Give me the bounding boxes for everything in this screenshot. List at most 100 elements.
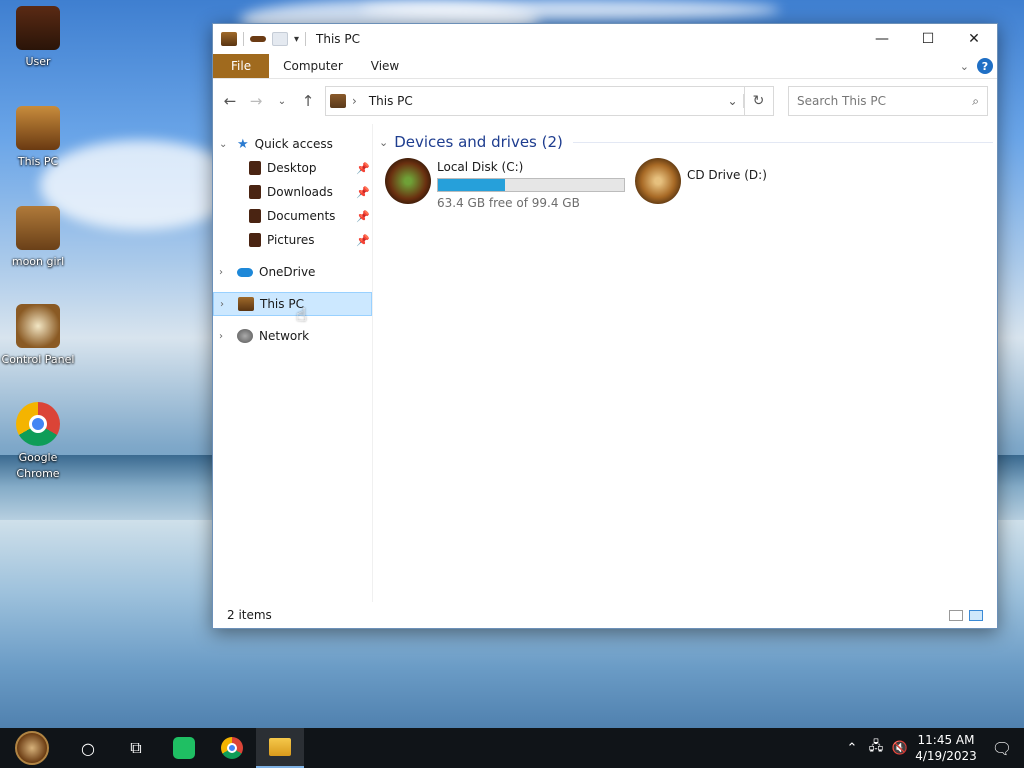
nav-item-onedrive[interactable]: › OneDrive [213, 260, 372, 284]
local-disk-icon [385, 158, 431, 204]
search-placeholder: Search This PC [797, 94, 886, 108]
refresh-button[interactable]: ↻ [744, 86, 774, 116]
nav-item-desktop[interactable]: Desktop 📌 [213, 156, 372, 180]
expanded-chevron-icon[interactable]: ⌄ [219, 139, 233, 150]
collapsed-chevron-icon[interactable]: › [219, 267, 233, 278]
wallpaper-cloud [360, 0, 780, 20]
task-view-icon: ⧉ [130, 738, 142, 757]
nav-item-documents[interactable]: Documents 📌 [213, 204, 372, 228]
nav-label: Downloads [267, 185, 333, 199]
chrome-icon [16, 402, 60, 446]
volume-muted-icon[interactable]: 🔇 [888, 741, 912, 756]
nav-item-quick-access[interactable]: ⌄ ★ Quick access [213, 132, 372, 156]
control-panel-icon [16, 304, 60, 348]
drive-details: Local Disk (C:) 63.4 GB free of 99.4 GB [437, 158, 625, 210]
system-tray: ⌃ 🖧 🔇 11:45 AM 4/19/2023 🗨 [840, 728, 1024, 768]
taskbar: ○ ⧉ ⌃ 🖧 🔇 11:45 AM 4/19/2023 🗨 [0, 728, 1024, 768]
title-bar[interactable]: ▾ This PC — ☐ ✕ [213, 24, 997, 54]
tab-file[interactable]: File [213, 54, 270, 78]
forward-button[interactable]: → [247, 92, 265, 110]
moon-girl-folder-icon [16, 206, 60, 250]
breadcrumb-separator-icon[interactable]: › [352, 94, 357, 108]
group-title: Devices and drives (2) [394, 133, 563, 151]
desktop-icon-chrome[interactable]: Google Chrome [0, 402, 76, 482]
nav-label: Desktop [267, 161, 317, 175]
taskbar-app-file-explorer[interactable] [256, 728, 304, 768]
address-dropdown-icon[interactable]: ⌄ [722, 94, 744, 108]
this-pc-icon [221, 32, 237, 46]
up-button[interactable]: ↑ [299, 92, 317, 110]
drive-item-d[interactable]: CD Drive (D:) [629, 158, 879, 210]
this-pc-icon [16, 106, 60, 150]
large-icons-view-button[interactable] [969, 609, 983, 621]
desktop-icon-user[interactable]: User [0, 6, 76, 70]
desktop-icon-this-pc[interactable]: This PC [0, 106, 76, 170]
nav-item-pictures[interactable]: Pictures 📌 [213, 228, 372, 252]
toolbar-divider [243, 32, 244, 46]
network-status-icon[interactable]: 🖧 [864, 737, 888, 759]
show-hidden-icons-chevron-icon[interactable]: ⌃ [840, 741, 864, 756]
cortana-circle-icon: ○ [81, 738, 95, 758]
documents-folder-icon [249, 209, 261, 223]
cortana-button[interactable]: ○ [64, 728, 112, 768]
nav-item-network[interactable]: › Network [213, 324, 372, 348]
tab-view[interactable]: View [357, 54, 413, 78]
desktop-icon-control-panel[interactable]: Control Panel [0, 304, 76, 368]
collapsed-chevron-icon[interactable]: › [219, 331, 233, 342]
drive-usage-fill [438, 179, 505, 191]
window-controls: — ☐ ✕ [859, 24, 997, 54]
nav-item-downloads[interactable]: Downloads 📌 [213, 180, 372, 204]
desktop-icon-label: This PC [17, 155, 59, 168]
pin-icon: 📌 [356, 209, 370, 223]
group-header-devices[interactable]: ⌄ Devices and drives (2) [379, 132, 997, 152]
help-button[interactable]: ? [977, 58, 993, 74]
nav-item-this-pc[interactable]: › This PC [213, 292, 372, 316]
nav-label: Pictures [267, 233, 315, 247]
back-button[interactable]: ← [221, 92, 239, 110]
cloud-icon [237, 267, 253, 277]
breadcrumb-this-pc[interactable]: This PC [369, 94, 413, 108]
start-icon [15, 731, 49, 765]
desktop-icon-label: User [25, 55, 51, 68]
notifications-icon[interactable]: 🗨 [980, 739, 1024, 758]
ribbon-right: ⌄ ? [960, 54, 997, 78]
ribbon-tabs: File Computer View ⌄ ? [213, 54, 997, 79]
tab-computer[interactable]: Computer [269, 54, 357, 78]
hand-cursor-icon: ☝ [296, 305, 307, 326]
new-folder-icon[interactable] [272, 32, 288, 46]
task-view-button[interactable]: ⧉ [112, 728, 160, 768]
window-title: This PC [316, 32, 360, 46]
customize-toolbar-chevron-icon[interactable]: ▾ [294, 34, 299, 45]
chrome-icon [221, 737, 243, 759]
group-collapse-chevron-icon[interactable]: ⌄ [379, 136, 388, 149]
view-toggles [949, 609, 983, 621]
start-button[interactable] [0, 728, 64, 768]
explorer-body: ⌄ ★ Quick access Desktop 📌 Downloads 📌 D… [213, 124, 997, 602]
this-pc-icon [238, 297, 254, 311]
chat-app-icon [173, 737, 195, 759]
clock-date: 4/19/2023 [915, 749, 977, 763]
drive-details: CD Drive (D:) [687, 158, 767, 182]
details-view-button[interactable] [949, 609, 963, 621]
close-button[interactable]: ✕ [951, 24, 997, 54]
desktop-icon-moon-girl[interactable]: moon girl [0, 206, 76, 270]
minimize-button[interactable]: — [859, 24, 905, 54]
collapsed-chevron-icon[interactable]: › [220, 299, 234, 310]
expand-ribbon-chevron-icon[interactable]: ⌄ [960, 60, 969, 73]
this-pc-icon [330, 94, 346, 108]
taskbar-app-chrome[interactable] [208, 728, 256, 768]
clock[interactable]: 11:45 AM 4/19/2023 [912, 732, 980, 764]
address-bar[interactable]: › This PC ⌄ [325, 86, 745, 116]
maximize-button[interactable]: ☐ [905, 24, 951, 54]
status-bar: 2 items [213, 602, 997, 628]
drive-usage-bar [437, 178, 625, 192]
desktop-folder-icon [249, 161, 261, 175]
drive-free-space: 63.4 GB free of 99.4 GB [437, 196, 580, 210]
recent-locations-chevron-icon[interactable]: ⌄ [273, 96, 291, 107]
taskbar-app-green[interactable] [160, 728, 208, 768]
drive-item-c[interactable]: Local Disk (C:) 63.4 GB free of 99.4 GB [379, 158, 629, 210]
search-input[interactable]: Search This PC ⌕ [788, 86, 988, 116]
properties-icon[interactable] [250, 36, 266, 42]
